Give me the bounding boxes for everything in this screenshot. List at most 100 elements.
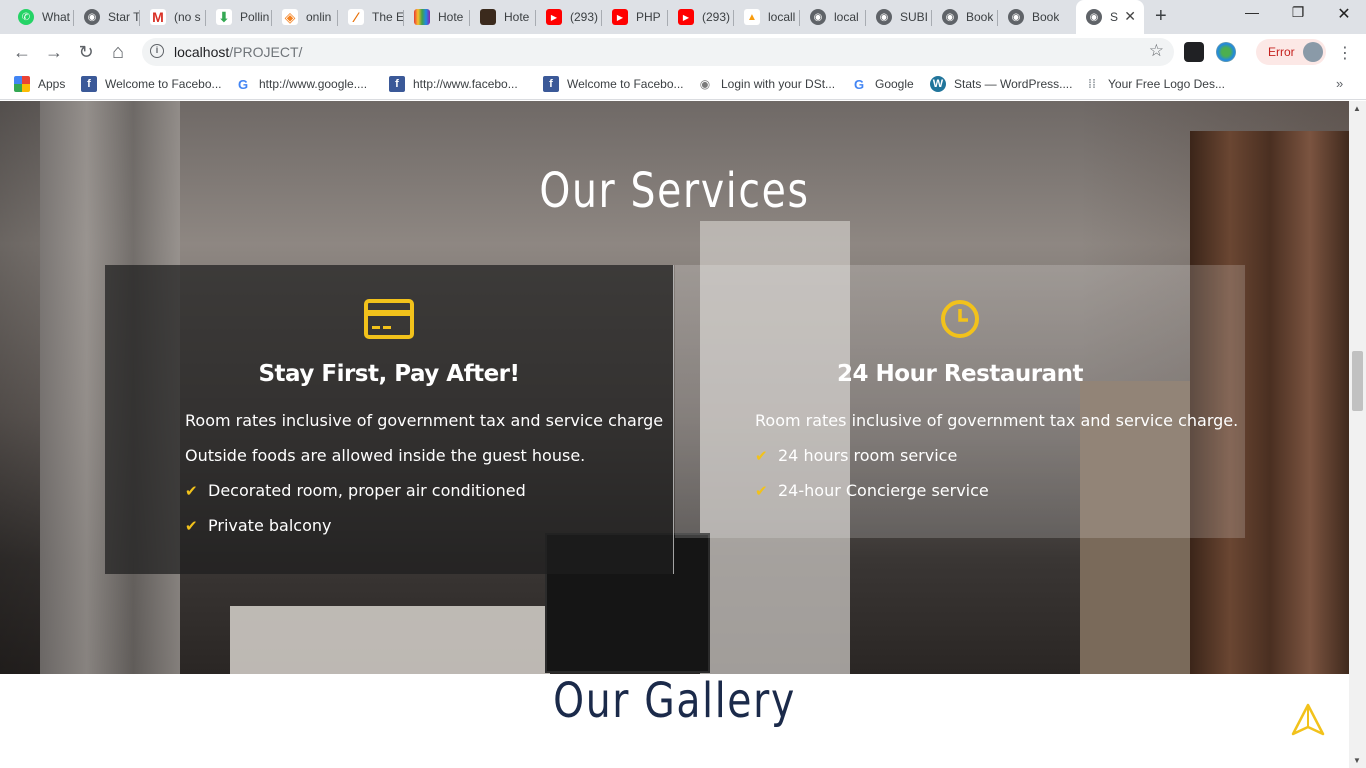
bookmark-label: Your Free Logo Des... xyxy=(1108,77,1225,91)
bookmarks-overflow-icon[interactable]: » xyxy=(1336,76,1343,91)
tab-hotel-2[interactable]: Hote xyxy=(470,4,536,30)
bookmark-star-icon[interactable]: ☆ xyxy=(1149,41,1164,61)
bookmark-label: http://www.google.... xyxy=(259,77,368,91)
scroll-up-arrow-icon[interactable]: ▲ xyxy=(1353,104,1361,113)
tab-pollin[interactable]: ⬇ Pollin xyxy=(206,4,272,30)
tab-whatsapp[interactable]: ✆ What xyxy=(8,4,74,30)
bookmark-facebook-2[interactable]: f Welcome to Facebo... xyxy=(543,76,684,92)
close-tab-icon[interactable]: ✕ xyxy=(1124,8,1136,25)
url-host: localhost xyxy=(174,44,230,60)
tab-the-e[interactable]: ⁄ The E xyxy=(338,4,404,30)
services-heading: Our Services xyxy=(539,163,810,219)
facebook-icon: f xyxy=(543,76,559,92)
tab-online[interactable]: ◈ onlin xyxy=(272,4,338,30)
gmail-icon: M xyxy=(150,9,166,25)
card-line: Room rates inclusive of government tax a… xyxy=(185,411,664,430)
google-icon: G xyxy=(851,76,867,92)
tab-phpmyadmin[interactable]: ▲ locall xyxy=(734,4,800,30)
tab-title: onlin xyxy=(306,10,332,24)
tab-title: S xyxy=(1110,10,1119,24)
dots-grid-icon: ⁞⁞ xyxy=(1084,76,1100,92)
tab-title: (293) xyxy=(702,10,731,24)
card-check-item: Private balcony xyxy=(208,516,332,535)
tab-subi[interactable]: ◉ SUBI xyxy=(866,4,932,30)
tab-title: Star T xyxy=(108,10,140,24)
phpmyadmin-icon: ▲ xyxy=(744,9,760,25)
maximize-button[interactable]: ❐ xyxy=(1278,4,1318,21)
tab-title: (no s xyxy=(174,10,201,24)
home-button[interactable]: ⌂ xyxy=(106,41,130,63)
page-scrollbar[interactable]: ▲ ▼ xyxy=(1349,101,1366,768)
tab-title: What xyxy=(42,10,71,24)
wordpress-icon: W xyxy=(930,76,946,92)
card-check-item: 24 hours room service xyxy=(778,446,958,465)
check-icon: ✔ xyxy=(185,518,198,535)
bookmark-facebook-url[interactable]: f http://www.facebo... xyxy=(389,76,518,92)
bookmark-label: http://www.facebo... xyxy=(413,77,518,91)
bookmark-facebook-1[interactable]: f Welcome to Facebo... xyxy=(81,76,222,92)
sublime-icon: ⁄ xyxy=(348,9,364,25)
whatsapp-icon: ✆ xyxy=(18,9,34,25)
globe-icon: ◉ xyxy=(1086,9,1102,25)
grid-icon xyxy=(414,9,430,25)
tab-title: The E xyxy=(372,10,404,24)
scrollbar-thumb[interactable] xyxy=(1352,351,1363,411)
tab-strip: ✆ What ◉ Star T M (no s ⬇ Pollin ◈ onlin… xyxy=(0,0,1366,34)
extension-globe-icon[interactable] xyxy=(1216,42,1236,62)
tab-youtube-php[interactable]: ▶ PHP xyxy=(602,4,668,30)
bookmark-free-logo[interactable]: ⁞⁞ Your Free Logo Des... xyxy=(1084,76,1225,92)
globe-icon: ◉ xyxy=(84,9,100,25)
browser-toolbar: ← → ↻ ⌂ i localhost/PROJECT/ ☆ Error ⋮ xyxy=(0,34,1366,70)
url-path: /PROJECT/ xyxy=(229,44,303,60)
service-card-pay-after: Stay First, Pay After! Room rates inclus… xyxy=(105,265,674,574)
tab-title: SUBI xyxy=(900,10,929,24)
tab-title: Hote xyxy=(438,10,464,24)
card-check-item: Decorated room, proper air conditioned xyxy=(208,481,526,500)
tab-title: Book xyxy=(966,10,994,24)
youtube-icon: ▶ xyxy=(546,9,562,25)
avatar xyxy=(1303,42,1323,62)
profile-error-button[interactable]: Error xyxy=(1256,39,1326,65)
tab-star[interactable]: ◉ Star T xyxy=(74,4,140,30)
download-icon: ⬇ xyxy=(216,9,232,25)
check-icon: ✔ xyxy=(185,483,198,500)
scroll-to-top-icon[interactable] xyxy=(1291,703,1325,737)
tab-title: locall xyxy=(768,10,796,24)
bookmark-google-url[interactable]: G http://www.google.... xyxy=(235,76,367,92)
tab-gmail[interactable]: M (no s xyxy=(140,4,206,30)
bookmark-google[interactable]: G Google xyxy=(851,76,914,92)
credit-card-icon xyxy=(364,299,414,344)
site-info-icon[interactable]: i xyxy=(150,44,164,58)
extension-icon[interactable] xyxy=(1184,42,1204,62)
tab-book-2[interactable]: ◉ Book xyxy=(998,4,1074,30)
tab-title: Pollin xyxy=(240,10,270,24)
globe-icon: ◉ xyxy=(942,9,958,25)
address-bar[interactable]: i localhost/PROJECT/ ☆ xyxy=(142,38,1174,66)
tab-active[interactable]: ◉ S ✕ xyxy=(1076,0,1144,34)
card-check-item: 24-hour Concierge service xyxy=(778,481,989,500)
new-tab-button[interactable]: + xyxy=(1155,5,1167,28)
tab-youtube-1[interactable]: ▶ (293) xyxy=(536,4,602,30)
reload-button[interactable]: ↻ xyxy=(74,41,98,63)
url-text[interactable]: localhost/PROJECT/ xyxy=(174,44,302,60)
card-title: 24 Hour Restaurant xyxy=(837,361,1083,387)
bookmark-apps[interactable]: Apps xyxy=(14,76,65,92)
scroll-down-arrow-icon[interactable]: ▼ xyxy=(1353,756,1361,765)
tab-hotel-1[interactable]: Hote xyxy=(404,4,470,30)
bookmark-label: Login with your DSt... xyxy=(721,77,836,91)
tab-book-1[interactable]: ◉ Book xyxy=(932,4,998,30)
tab-title: (293) xyxy=(570,10,599,24)
minimize-button[interactable]: — xyxy=(1232,4,1272,20)
close-window-button[interactable]: ✕ xyxy=(1324,4,1364,24)
tab-local[interactable]: ◉ local xyxy=(800,4,866,30)
gallery-heading: Our Gallery xyxy=(553,673,796,729)
forward-button[interactable]: → xyxy=(42,41,66,63)
back-button[interactable]: ← xyxy=(10,41,34,63)
bookmark-dst-login[interactable]: ◉ Login with your DSt... xyxy=(697,76,835,92)
menu-icon[interactable]: ⋮ xyxy=(1337,43,1353,63)
bookmark-wordpress[interactable]: W Stats — WordPress.... xyxy=(930,76,1072,92)
tab-youtube-2[interactable]: ▶ (293) xyxy=(668,4,734,30)
apps-grid-icon xyxy=(14,76,30,92)
bookmark-label: Apps xyxy=(38,77,66,91)
facebook-icon: f xyxy=(81,76,97,92)
